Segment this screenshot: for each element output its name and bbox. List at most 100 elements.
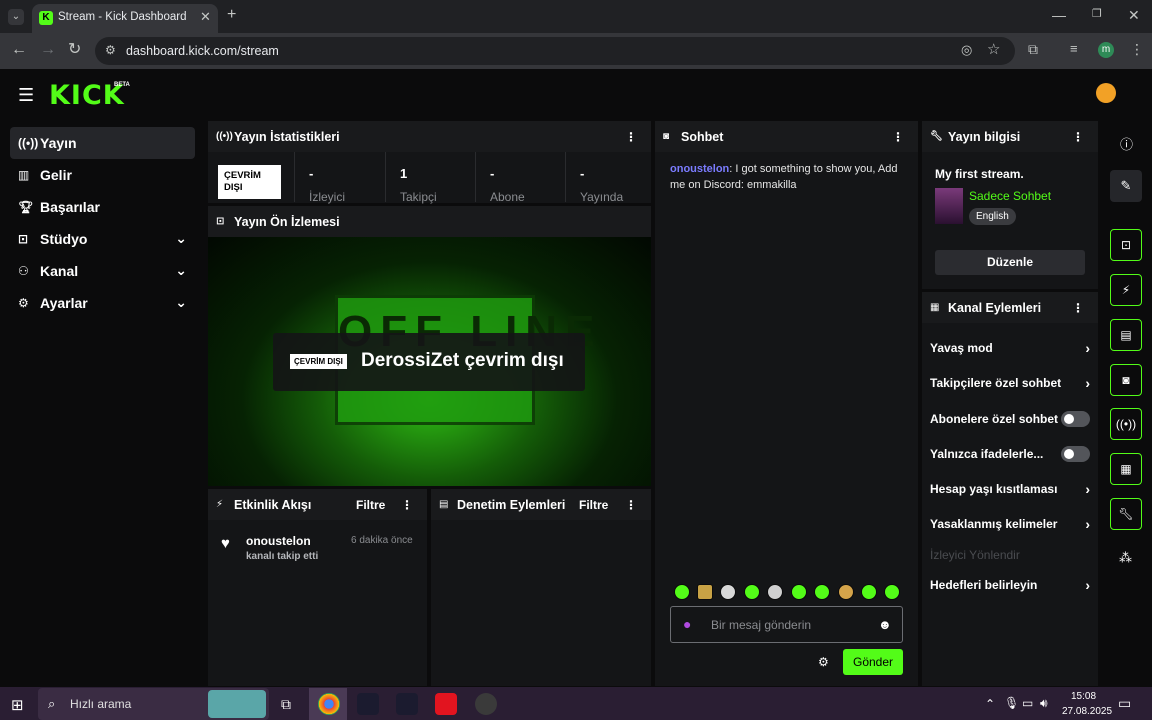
chevron-right-icon: › xyxy=(1085,375,1090,391)
stat-label: Takipçi xyxy=(400,190,437,204)
panel-header: ⚡︎ Etkinlik Akışı Filtre ⋮ xyxy=(208,489,427,520)
emote-icon[interactable] xyxy=(861,584,877,600)
hamburger-menu-icon[interactable]: ☰ xyxy=(18,85,34,106)
close-tab-icon[interactable]: ✕ xyxy=(200,10,211,23)
emote-icon[interactable] xyxy=(838,584,854,600)
chat-username[interactable]: onoustelon xyxy=(670,163,729,175)
more-options-icon[interactable]: ⋮ xyxy=(892,130,904,144)
chevron-down-icon[interactable]: ⌄ xyxy=(175,262,187,279)
emote-icon[interactable] xyxy=(767,584,783,600)
forward-icon[interactable]: → xyxy=(40,42,56,58)
new-tab-icon[interactable]: + xyxy=(227,7,236,23)
browser-tab[interactable]: K Stream - Kick Dashboard ✕ xyxy=(32,4,218,33)
filter-button[interactable]: Filtre xyxy=(356,498,385,512)
action-slow-mode[interactable]: Yavaş mod › xyxy=(930,338,1090,358)
window-close-icon[interactable]: ✕ xyxy=(1128,8,1140,22)
activity-user[interactable]: onoustelon xyxy=(246,534,311,548)
sidebar-item-yayin[interactable]: ((•)) Yayın xyxy=(10,127,195,159)
more-options-icon[interactable]: ⋮ xyxy=(401,498,413,512)
tab-search-icon[interactable]: ⌄ xyxy=(8,9,24,25)
emoji-picker-icon[interactable]: ☻ xyxy=(878,617,892,632)
more-options-icon[interactable]: ⋮ xyxy=(1072,130,1084,144)
url-text[interactable]: dashboard.kick.com/stream xyxy=(126,44,279,58)
microphone-icon[interactable]: ● xyxy=(683,616,691,632)
sidebar-item-kanal[interactable]: ⚇ Kanal ⌄ xyxy=(10,255,195,287)
media-controls-icon[interactable]: ≡ xyxy=(1070,42,1078,55)
more-options-icon[interactable]: ⋮ xyxy=(625,130,637,144)
filter-button[interactable]: Filtre xyxy=(579,498,608,512)
user-avatar[interactable] xyxy=(1096,83,1116,103)
emote-icon[interactable] xyxy=(744,584,760,600)
channel-actions-toggle[interactable]: ▦ xyxy=(1110,453,1142,485)
more-options-icon[interactable]: ⋮ xyxy=(1072,301,1084,315)
chat-settings-icon[interactable]: ⚙ xyxy=(818,655,829,669)
browser-menu-icon[interactable]: ⋮ xyxy=(1130,42,1144,56)
restore-icon[interactable]: ❐ xyxy=(1092,9,1102,20)
volume-icon[interactable]: 🔊︎ xyxy=(1040,696,1048,711)
sidebar-item-label: Yayın xyxy=(40,135,77,151)
broadcast-icon: ((•)) xyxy=(216,131,233,142)
edit-layout-button[interactable]: ✎ xyxy=(1110,170,1142,202)
moderation-toggle[interactable]: ▤ xyxy=(1110,319,1142,351)
clock-date[interactable]: 27.08.2025 xyxy=(1062,706,1112,717)
chevron-down-icon[interactable]: ⌄ xyxy=(175,230,187,247)
stat-viewers: - İzleyici xyxy=(294,152,385,204)
panel-title: Etkinlik Akışı xyxy=(234,497,312,512)
microphone-tray-icon[interactable]: 🎙︎ xyxy=(1004,696,1019,710)
action-set-goals[interactable]: Hedefleri belirleyin › xyxy=(930,575,1090,595)
panel-title: Yayın Ön İzlemesi xyxy=(234,214,340,229)
site-info-icon[interactable]: ⚙ xyxy=(105,44,116,56)
stream-preview-toggle[interactable]: ⊡ xyxy=(1110,229,1142,261)
app-icon[interactable] xyxy=(357,693,379,715)
category-thumbnail[interactable] xyxy=(935,188,963,224)
action-followers-only[interactable]: Takipçilere özel sohbet › xyxy=(930,373,1090,393)
emote-icon[interactable] xyxy=(884,584,900,600)
edit-button[interactable]: Düzenle xyxy=(935,250,1085,275)
stats-toggle[interactable]: ((•)) xyxy=(1110,408,1142,440)
subscribers-only-toggle[interactable] xyxy=(1061,411,1090,427)
sidebar-item-ayarlar[interactable]: ⚙ Ayarlar ⌄ xyxy=(10,287,195,319)
notifications-icon[interactable]: ▭ xyxy=(1118,695,1131,712)
back-icon[interactable]: ← xyxy=(11,42,27,58)
emote-icon[interactable] xyxy=(697,584,713,600)
taskbar-search[interactable]: ⌕ Hızlı arama xyxy=(38,688,269,720)
emote-icon[interactable] xyxy=(674,584,690,600)
heart-icon: ♥ xyxy=(221,535,230,552)
extensions-icon[interactable]: ⧉ xyxy=(1028,42,1038,56)
app-icon[interactable] xyxy=(396,693,418,715)
adobe-app-icon[interactable] xyxy=(435,693,457,715)
stream-info-toggle[interactable]: 🔧︎ xyxy=(1110,498,1142,530)
obs-app-icon[interactable] xyxy=(475,693,497,715)
more-widgets-icon[interactable]: ⁂ xyxy=(1119,550,1132,566)
chat-input[interactable]: ● Bir mesaj gönderin ☻ xyxy=(670,606,903,643)
category-link[interactable]: Sadece Sohbet xyxy=(969,189,1051,203)
profile-avatar[interactable]: m xyxy=(1098,42,1114,58)
activity-feed-toggle[interactable]: ⚡︎ xyxy=(1110,274,1142,306)
sidebar-item-gelir[interactable]: ▥ Gelir xyxy=(10,159,195,191)
emote-icon[interactable] xyxy=(720,584,736,600)
bookmark-star-icon[interactable]: ☆ xyxy=(987,42,1000,57)
eye-off-icon[interactable]: ◎ xyxy=(961,43,972,56)
task-view-icon[interactable]: ⧉ xyxy=(281,696,291,713)
action-account-age[interactable]: Hesap yaşı kısıtlaması › xyxy=(930,479,1090,499)
network-icon[interactable]: ▭ xyxy=(1022,696,1033,710)
action-banned-words[interactable]: Yasaklanmış kelimeler › xyxy=(930,514,1090,534)
emote-icon[interactable] xyxy=(814,584,830,600)
send-button[interactable]: Gönder xyxy=(843,649,903,675)
clock-time[interactable]: 15:08 xyxy=(1071,691,1096,702)
chat-toggle[interactable]: ◙ xyxy=(1110,364,1142,396)
info-icon[interactable]: ⓘ xyxy=(1120,134,1133,153)
address-bar[interactable]: ⚙ dashboard.kick.com/stream ◎ ☆ xyxy=(95,37,1015,65)
minimize-icon[interactable]: — xyxy=(1052,8,1066,22)
tray-expand-icon[interactable]: ⌃ xyxy=(985,697,995,711)
emote-icon[interactable] xyxy=(791,584,807,600)
windows-start-icon[interactable]: ⊞ xyxy=(11,696,24,714)
more-options-icon[interactable]: ⋮ xyxy=(625,498,637,512)
emotes-only-toggle[interactable] xyxy=(1061,446,1090,462)
sidebar-item-basarilar[interactable]: 🏆︎ Başarılar xyxy=(10,191,195,223)
reload-icon[interactable]: ↻ xyxy=(68,42,81,58)
chevron-down-icon[interactable]: ⌄ xyxy=(175,294,187,311)
sidebar-item-studyo[interactable]: ⊡ Stüdyo ⌄ xyxy=(10,223,195,255)
chat-icon: ◙ xyxy=(1122,373,1130,387)
chrome-app-icon[interactable] xyxy=(318,693,340,715)
